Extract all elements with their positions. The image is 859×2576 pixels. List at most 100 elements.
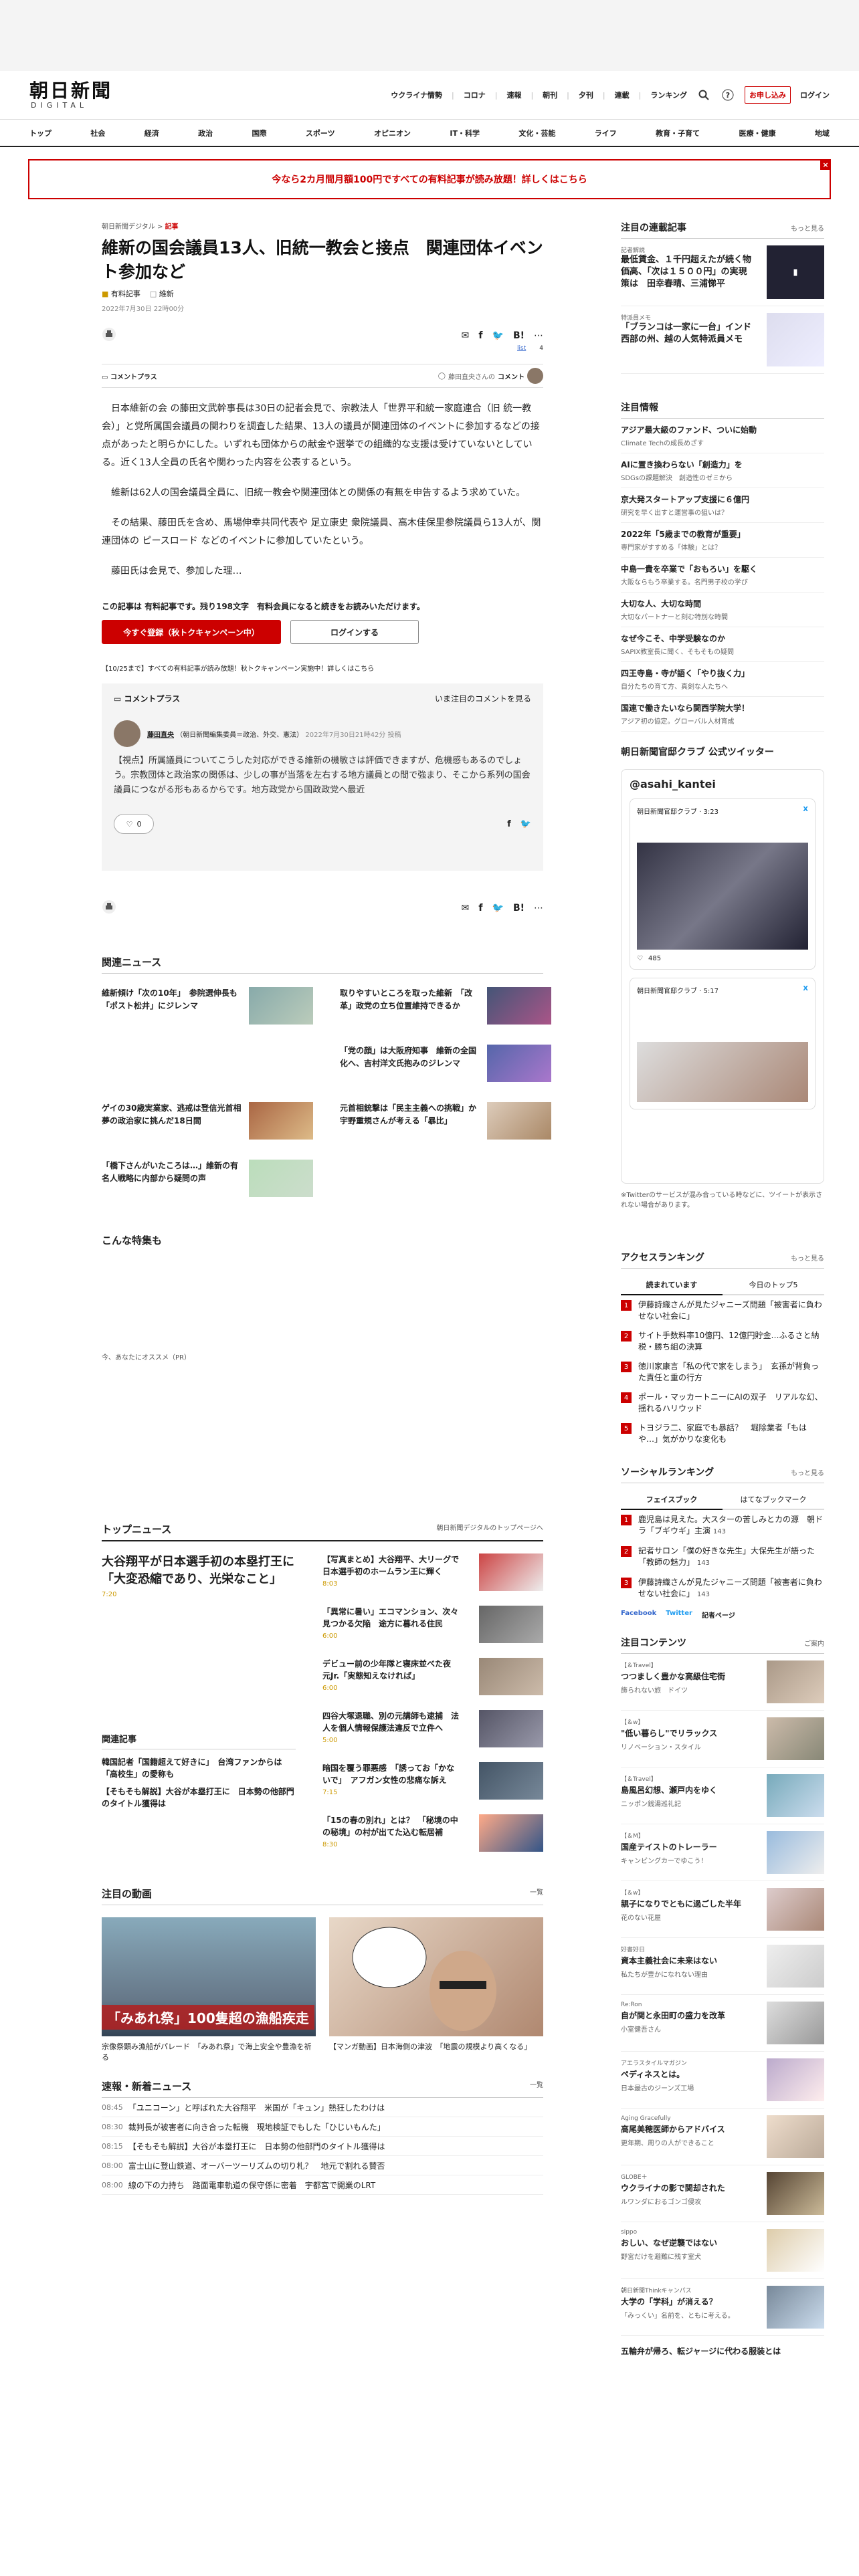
twitter-icon[interactable]: 🐦 [520,819,531,829]
topnews-item[interactable]: デビュー前の少年隊と寝床並べた夜 元Jr.「実態知えなければ」 6:00 [322,1658,543,1695]
social-item[interactable]: 2 記者サロン「僕の好きな先生」大保先生が語った「教師の魅力」 143 [621,1541,824,1573]
cat-opinion[interactable]: オピニオン [374,128,411,138]
breaking-item[interactable]: 08:45 「ユニコーン」と呼ばれた大谷翔平 米国が「キュン」熱狂したわけは [102,2098,543,2117]
tab-hatena[interactable]: はてなブックマーク [723,1490,824,1510]
tweet-card[interactable]: 朝日新聞官邸クラブ · 5:17 X [630,978,816,1109]
cat-health[interactable]: 医療・健康 [739,128,776,138]
nav-link-ukraine[interactable]: ウクライナ情勢 [391,90,442,100]
twitter-link[interactable]: Twitter [666,1610,692,1620]
help-icon[interactable]: ? [721,88,735,102]
cat-culture[interactable]: 文化・芸能 [518,128,555,138]
cat-local[interactable]: 地域 [815,128,830,138]
ranking-item[interactable]: 1 伊藤詩織さんが見たジャニーズ問題「被害者に負わせない社会に」 [621,1295,824,1326]
attention-item[interactable]: 2022年「5歳までの教育が重要」 専門家がすすめる「体験」とは？ [621,523,824,558]
cat-society[interactable]: 社会 [90,128,105,138]
campaign-note[interactable]: 【10/25まで】すべての有料記事が読み放題！秋トクキャンペーン実施中！詳しくは… [102,663,543,673]
nav-link-morning[interactable]: 朝刊 [543,90,557,100]
attention-item[interactable]: 大切な人、大切な時間 大切なパートナーと刻む特別な時間 [621,593,824,627]
list-label[interactable]: list [517,345,526,352]
attention-item[interactable]: なぜ今こそ、中学受験なのか SAPIX教室長に聞く、そもそもの疑問 [621,627,824,662]
video-item[interactable]: 「みあれ祭」100隻超の漁船疾走 宗像祭顕み漁船がパレード 「みあれ祭」で海上安… [102,1917,316,2063]
social-item[interactable]: 1 鹿児島は見えた。大スターの苦しみとカの源 朝ドラ「ブギウギ」主演 143 [621,1510,824,1541]
facebook-link[interactable]: Facebook [621,1610,656,1620]
attention-item[interactable]: アジア最大級のファンド、ついに始動 Climate Techの成長めざす [621,419,824,453]
video-more-link[interactable]: 一覧 [530,1887,543,1901]
feature-item[interactable]: 【＆M】 国産テイストのトレーラー キャンピングカーでゆこう！ [621,1824,824,1881]
social-more-link[interactable]: もっと見る [791,1467,824,1477]
cat-top[interactable]: トップ [29,128,52,138]
tab-facebook[interactable]: フェイスブック [621,1490,723,1510]
login-button[interactable]: ログインする [290,620,419,644]
feature-item[interactable]: 朝日新聞Thinkキャンパス 大学の「学科」が消える？ 「みっくい」名前を、ともに考… [621,2279,824,2336]
feature-item[interactable]: 【＆w】 親子になりでともに過ごした半年 花のない花屋 [621,1881,824,1938]
related-item[interactable]: 「橋下さんがいたころは…」維新の有名人戦略に内部から疑問の声 [102,1160,313,1200]
print-icon[interactable] [102,327,116,344]
ranking-more-link[interactable]: もっと見る [791,1253,824,1263]
twitter-handle[interactable]: @asahi_kantei [630,778,816,790]
breaking-item[interactable]: 08:30 裁判長が被害者に向き合った転機 現地検証でもした「ひじいもんた」 [102,2117,543,2137]
breaking-item[interactable]: 08:15 【そもそも解説】大谷が本塁打王に 日本勢の他部門のタイトル獲得は [102,2137,543,2156]
topnews-related-item[interactable]: 【そもそも解説】大谷が本塁打王に 日本勢の他部門のタイトル獲得は [102,1786,296,1810]
feature-item[interactable]: 【＆Travel】 つつましく豊かな高級住宅街 飾られない旅 ドイツ [621,1654,824,1711]
feature-item[interactable]: 【＆Travel】 島風呂幻想、瀬戸内をゆく ニッポン銭湯巡礼記 [621,1767,824,1824]
like-button[interactable]: ♡ 0 [114,814,154,834]
hatena-icon[interactable]: B! [513,903,524,914]
nav-link-evening[interactable]: 夕刊 [579,90,593,100]
comment-link[interactable]: コメント [498,371,524,381]
facebook-icon[interactable]: f [478,903,482,914]
feature-item[interactable]: sippo おしい、なぜ逆襲ではない 野宮だけを避難に残す室犬 [621,2222,824,2279]
topnews-item[interactable]: 四谷大塚退職、別の元講師も逮捕 法人を個人情報保護法違反で立件へ 5:00 [322,1710,543,1747]
ranking-item[interactable]: 2 サイト手数料率10億円、12億円貯金…ふるさと納税・勝ち組の決算 [621,1326,824,1357]
site-logo[interactable]: 朝日新聞 DIGITAL [29,78,116,112]
attention-item[interactable]: 中島一貴を卒業で「おもろい」を駆く 大阪ならもう卒業する。名門男子校の学び [621,558,824,593]
cat-sports[interactable]: スポーツ [306,128,335,138]
campaign-banner[interactable]: 今なら2カ月間月額100円ですべての有料記事が読み放題！詳しくはこちら × [28,159,831,199]
reporter-link[interactable]: 記者ページ [702,1610,735,1620]
features-more-link[interactable]: ご案内 [804,1638,824,1648]
cat-politics[interactable]: 政治 [198,128,213,138]
close-icon[interactable]: × [820,159,831,170]
twitter-icon[interactable]: 🐦 [492,903,504,914]
ranking-item[interactable]: 4 ポール・マッカートニーにAIの双子 リアルな幻、揺れるハリウッド [621,1388,824,1418]
feature-item[interactable]: GLOBE＋ ウクライナの影で関却された ルワンダにおるゴンゴ侵攻 [621,2165,824,2222]
related-item[interactable]: 取りやすいところを取った維新 「改革」政党の立ち位置維持できるか [340,987,551,1027]
feature-item[interactable]: 好書好日 資本主義社会に未来はない 私たちが豊かになれない理由 [621,1938,824,1995]
tag-topic[interactable]: □ 維新 [150,288,174,299]
print-icon[interactable] [102,899,116,917]
bottom-more-item[interactable]: 五輪弁が帰ろ、転ジャージに代わる服装とは [621,2345,824,2357]
series-item[interactable]: 記者解説 最低賃金、１千円超えたが続く物価高、「次は１５００円」の実現策は 田幸春… [621,239,824,306]
topnews-item[interactable]: 暗国を覆う罪悪感 「誘ってお「かないで」 アフガン女性の悲痛な訴え 7:15 [322,1762,543,1800]
related-item[interactable]: ゲイの30歳実業家、逃戒は登信光首相 夢の政治家に挑んだ18日間 [102,1102,313,1142]
related-item[interactable]: 元首相銃撃は「民主主義への挑戦」か 宇野重規さんが考える「暴比」 [340,1102,551,1142]
cat-international[interactable]: 国際 [252,128,267,138]
social-item[interactable]: 3 伊藤詩織さんが見たジャニーズ問題「被害者に負わせない社会に」 143 [621,1573,824,1604]
video-item[interactable]: 【マンガ動画】日本海側の津波 「地震の規模より高くなる」 [329,1917,543,2063]
ranking-item[interactable]: 3 徳川家康言「私の代で家をしまう」 玄孫が背負った責任と重の行方 [621,1357,824,1388]
topnews-link[interactable]: 朝日新聞デジタルのトップページへ [436,1522,543,1536]
cat-economy[interactable]: 経済 [145,128,159,138]
nav-link-series[interactable]: 連載 [615,90,630,100]
facebook-icon[interactable]: f [507,819,511,829]
more-icon[interactable]: ⋯ [534,903,543,914]
topnews-related-item[interactable]: 韓国記者「国籍超えて好きに」 台湾ファンからは「高校生」の愛称も [102,1756,296,1780]
feature-item[interactable]: 【＆w】 "低い暮らし"でリラックス リノベーション・スタイル [621,1711,824,1767]
hatena-icon[interactable]: B! [513,330,524,341]
attention-item[interactable]: AIに置き換わらない「創造力」を SDGsの課題解決 創造性のゼミから [621,453,824,488]
twitter-icon[interactable]: 🐦 [492,330,504,341]
series-more-link[interactable]: もっと見る [791,223,824,233]
login-link[interactable]: ログイン [800,90,830,100]
feature-item[interactable]: アエラスタイルマガジン ペディネスとは。 日本最古のジーンズ工場 [621,2052,824,2109]
breaking-item[interactable]: 08:00 富士山に登山鉄道、オーバーツーリズムの切り札？ 地元で割れる賛否 [102,2156,543,2175]
tab-most-read[interactable]: 読まれています [621,1275,723,1295]
feature-item[interactable]: Re:Ron 自が関と永田町の盛力を改革 小室健吾さん [621,1995,824,2052]
breaking-item[interactable]: 08:00 線の下の力持ち 路面電車軌道の保守係に密着 宇都宮で開業のLRT [102,2175,543,2195]
topnews-item[interactable]: 「15の春の別れ」とは？ 「秘境の中の秘境」の村が出てた込む転居補 8:30 [322,1814,543,1852]
feature-item[interactable]: Aging Gracefully 高尾美穂医師からアドバイス 更年期、周りの人ができ… [621,2109,824,2165]
nav-link-corona[interactable]: コロナ [464,90,486,100]
nav-link-breaking[interactable]: 速報 [506,90,521,100]
search-icon[interactable] [696,88,711,102]
ranking-item[interactable]: 5 トヨジラ二、家庭でも暴話？ 堀除業者「もはや…」気がかりな変化も [621,1418,824,1449]
attention-item[interactable]: 国連で働きたいなら関西学院大学！ アジア初の協定。グローバル人材育成 [621,697,824,732]
cp-more-link[interactable]: いま注目のコメントを見る [435,693,531,704]
heart-icon[interactable]: ♡ [637,955,643,962]
